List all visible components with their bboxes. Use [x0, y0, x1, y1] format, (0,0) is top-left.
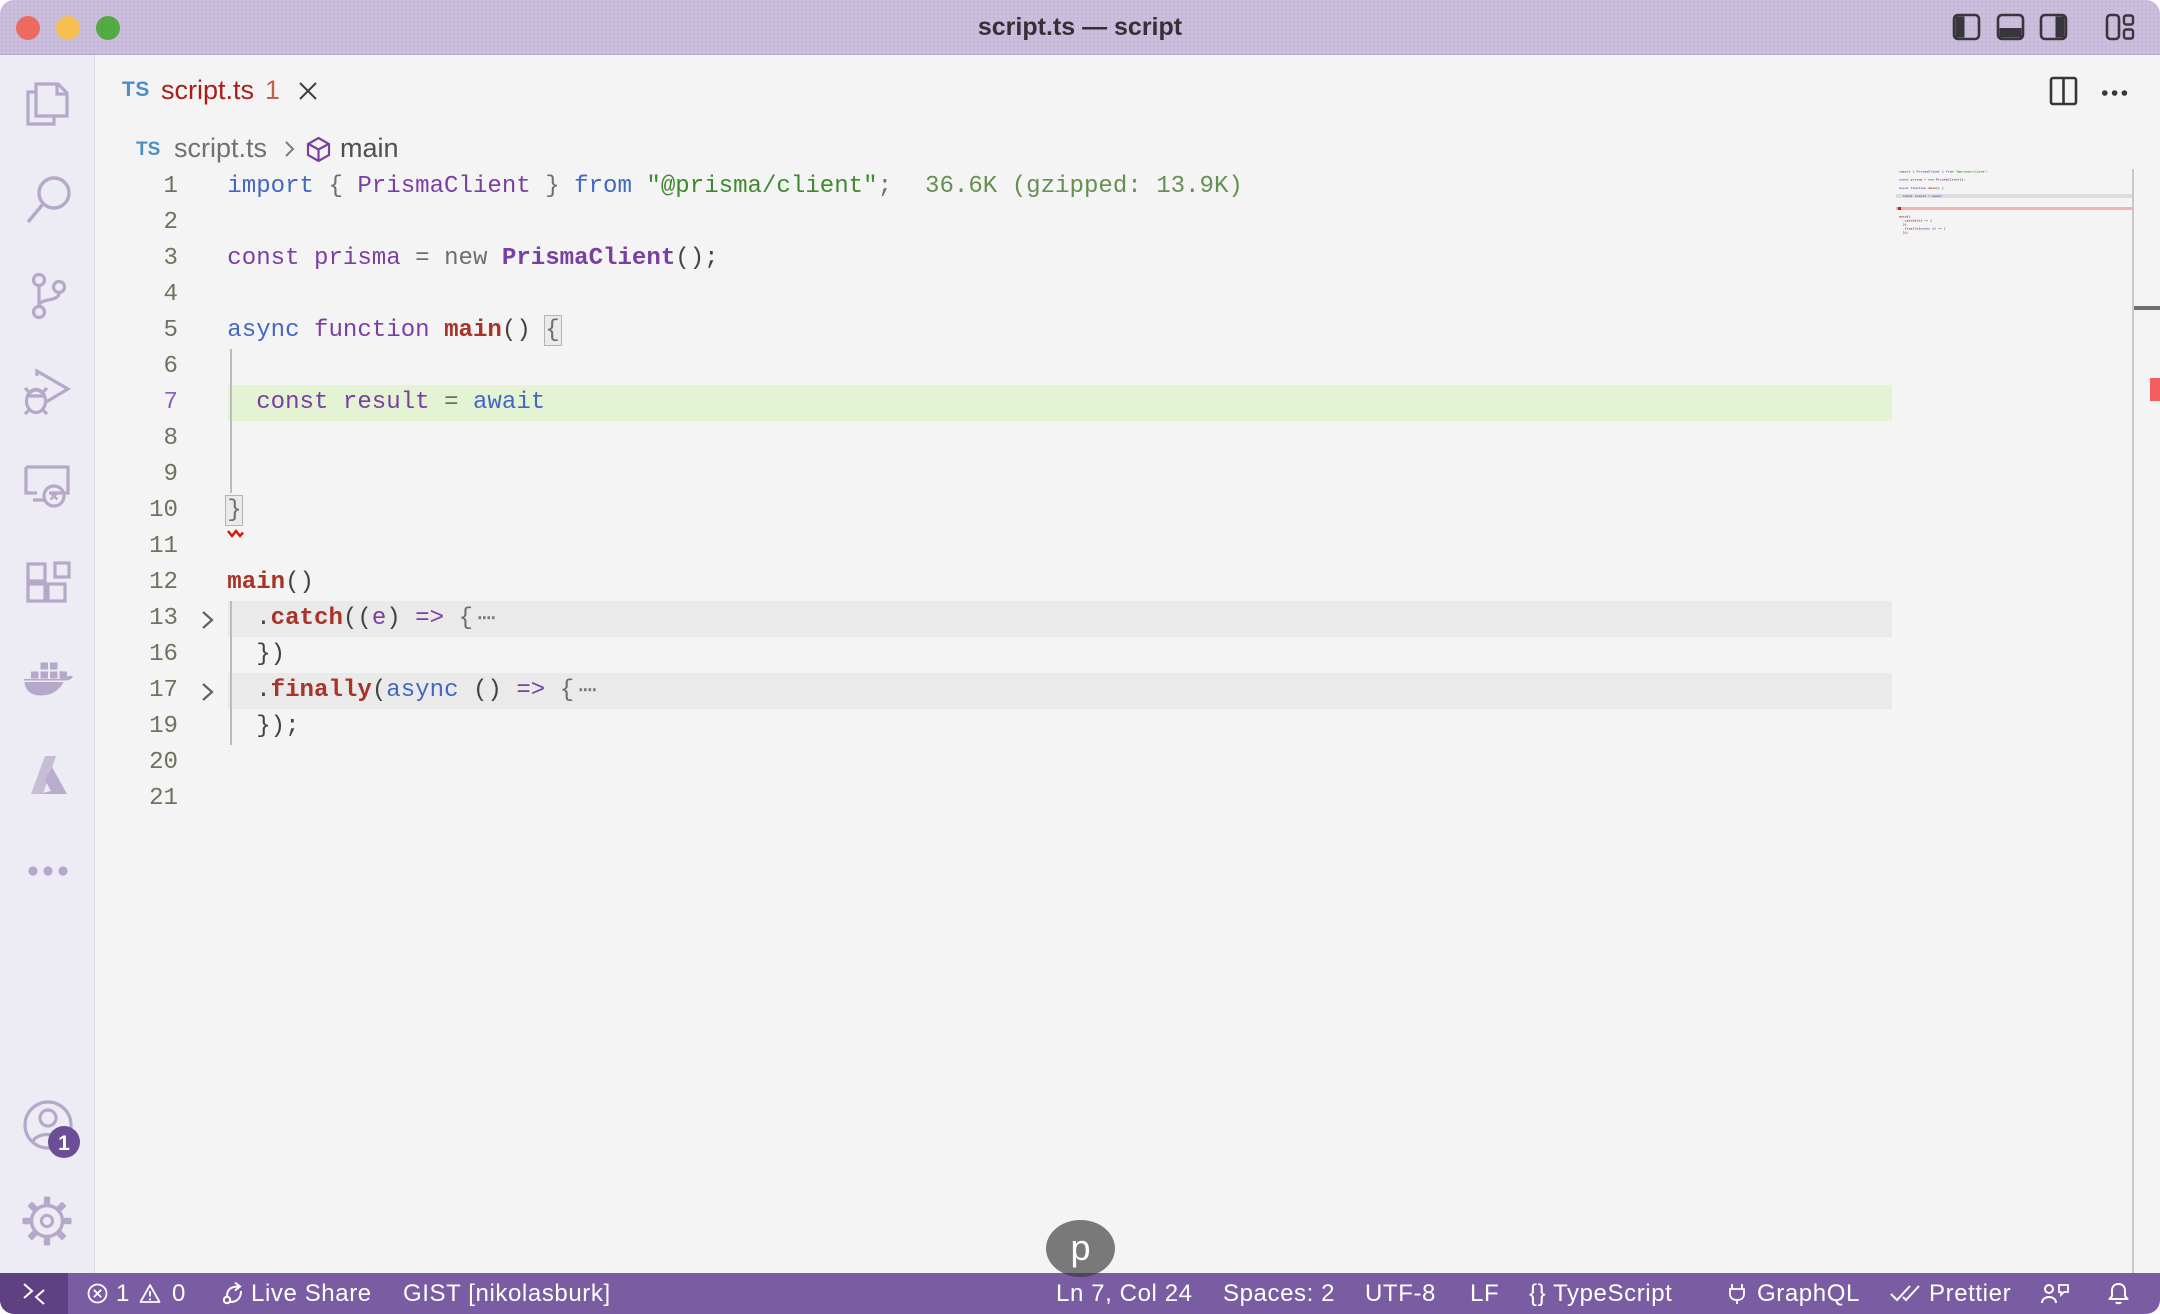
svg-text:1: 1 [58, 1132, 70, 1155]
